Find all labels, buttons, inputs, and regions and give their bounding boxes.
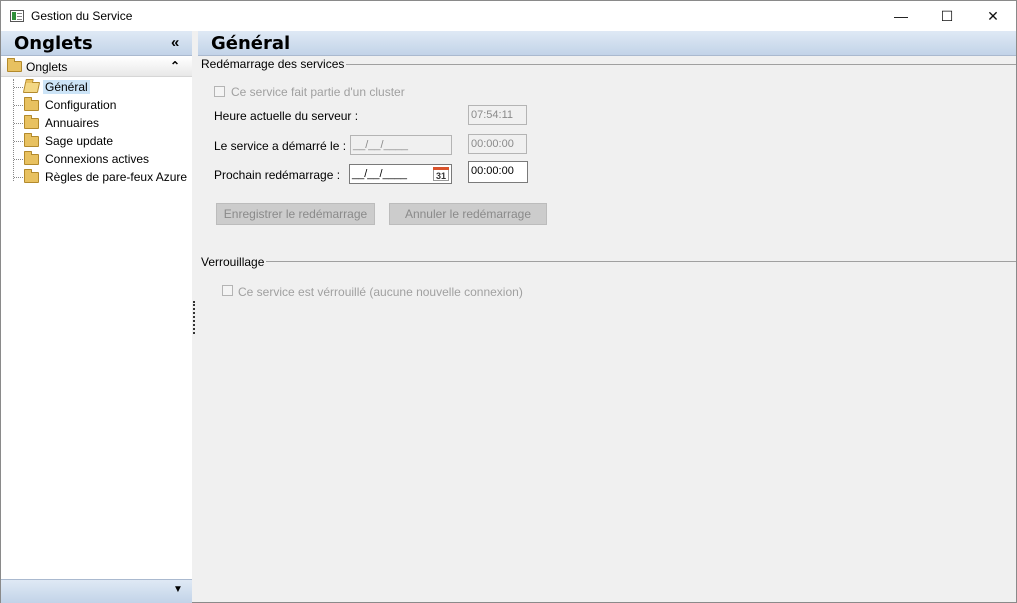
page-title: Général — [211, 33, 291, 54]
tree-item-label: Configuration — [45, 98, 117, 112]
minimize-button[interactable]: — — [878, 1, 924, 31]
close-button[interactable]: ✕ — [970, 1, 1016, 31]
cancel-restart-button[interactable]: Annuler le redémarrage — [389, 203, 547, 225]
navigation-pane-title: Onglets — [14, 33, 93, 54]
tree-item-azure-firewall-rules[interactable]: Règles de pare-feux Azure — [14, 169, 192, 187]
content-header: Général — [198, 31, 1016, 56]
save-restart-button[interactable]: Enregistrer le redémarrage — [216, 203, 375, 225]
tree-item-annuaires[interactable]: Annuaires — [14, 115, 192, 133]
tree-item-sage-update[interactable]: Sage update — [14, 133, 192, 151]
folder-icon — [24, 151, 39, 165]
tree-item-label: Annuaires — [45, 116, 100, 130]
cluster-checkbox[interactable] — [214, 86, 225, 97]
section-divider — [263, 261, 1016, 262]
tabs-group-label: Onglets — [26, 60, 68, 74]
server-time-field[interactable]: 07:54:11 — [468, 105, 527, 125]
started-date-field[interactable]: __/__/____ — [350, 135, 452, 155]
section-divider — [331, 64, 1016, 65]
app-icon — [10, 10, 24, 22]
folder-icon — [24, 169, 39, 183]
next-restart-time-field[interactable]: 00:00:00 — [468, 161, 528, 183]
tree-item-label: Sage update — [45, 134, 114, 148]
lock-section-label: Verrouillage — [201, 255, 267, 269]
tree-item-label: Général — [43, 80, 90, 94]
pane-splitter[interactable] — [193, 301, 195, 334]
maximize-button[interactable]: ☐ — [924, 1, 970, 31]
group-collapse-icon[interactable]: ⌃ — [170, 59, 180, 73]
tabs-group-header[interactable]: Onglets ⌃ — [1, 57, 192, 77]
lock-checkbox[interactable] — [222, 285, 233, 296]
navigation-pane-footer: ▼ — [1, 579, 192, 603]
collapse-pane-button[interactable]: « — [171, 34, 179, 51]
tree-item-label: Règles de pare-feux Azure — [45, 170, 188, 184]
folder-icon — [24, 97, 39, 111]
tree-item-general[interactable]: Général — [14, 79, 192, 97]
navigation-pane-header: Onglets « — [1, 31, 192, 56]
next-restart-label: Prochain redémarrage : — [214, 168, 341, 182]
cluster-checkbox-label: Ce service fait partie d'un cluster — [231, 85, 405, 99]
lock-checkbox-label: Ce service est vérrouillé (aucune nouvel… — [238, 285, 523, 299]
folder-icon — [24, 115, 39, 129]
chevron-down-icon[interactable]: ▼ — [173, 584, 183, 595]
open-folder-icon — [22, 82, 41, 93]
main-window: Gestion du Service — ☐ ✕ Onglets « Ongle… — [0, 0, 1017, 603]
window-title: Gestion du Service — [31, 9, 133, 23]
tree-item-label: Connexions actives — [45, 152, 150, 166]
started-label: Le service a démarré le : — [214, 139, 347, 153]
title-bar: Gestion du Service — ☐ ✕ — [1, 1, 1016, 31]
server-time-label: Heure actuelle du serveur : — [214, 109, 359, 123]
started-time-field[interactable]: 00:00:00 — [468, 134, 527, 154]
calendar-icon[interactable]: 31 — [433, 167, 449, 181]
navigation-pane: Onglets « Onglets ⌃ Général Configuratio… — [1, 31, 192, 603]
folder-icon — [7, 58, 22, 72]
restart-section-label: Redémarrage des services — [201, 57, 347, 71]
tree-item-configuration[interactable]: Configuration — [14, 97, 192, 115]
tree-item-connexions-actives[interactable]: Connexions actives — [14, 151, 192, 169]
folder-icon — [24, 133, 39, 147]
